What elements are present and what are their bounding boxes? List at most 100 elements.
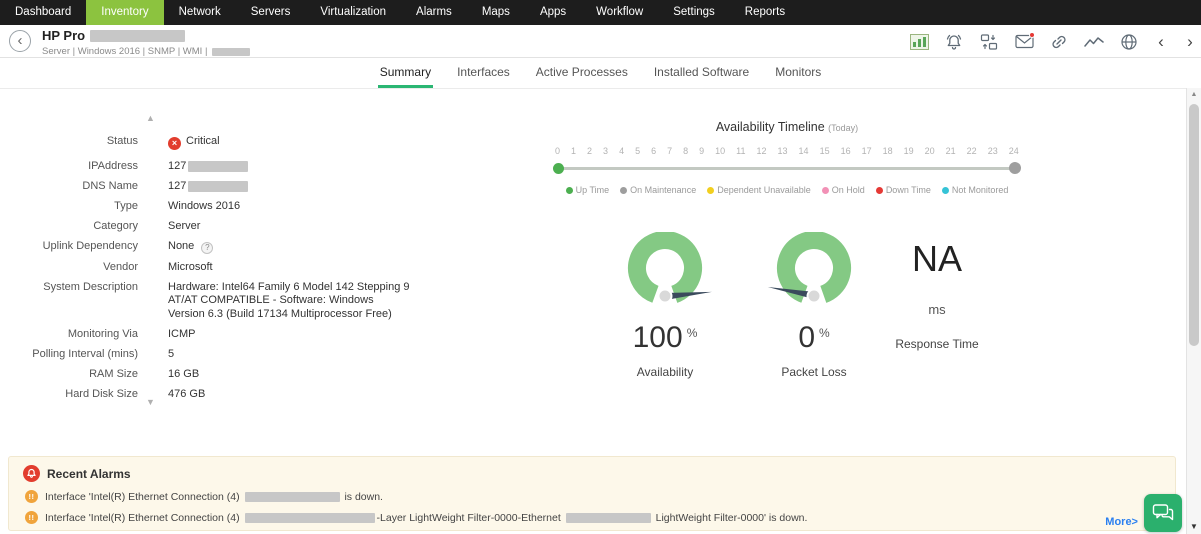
tab-summary[interactable]: Summary xyxy=(378,58,433,88)
detail-row-vendor: Vendor Microsoft xyxy=(6,261,426,275)
detail-label: RAM Size xyxy=(6,368,138,382)
legend-up-time: Up Time xyxy=(566,185,610,195)
legend-on-hold: On Hold xyxy=(822,185,865,195)
hour-tick: 10 xyxy=(715,146,725,156)
system-description-value: Hardware: Intel64 Family 6 Model 142 Ste… xyxy=(168,281,410,322)
main-nav: Dashboard Inventory Network Servers Virt… xyxy=(0,0,1201,25)
device-header: ‹ HP Pro Server | Windows 2016 | SNMP | … xyxy=(0,25,1201,58)
redacted-interface-name xyxy=(245,492,340,502)
on-maintenance-dot-icon xyxy=(620,187,627,194)
tab-active-processes[interactable]: Active Processes xyxy=(534,58,630,88)
mail-icon[interactable] xyxy=(1014,32,1034,52)
nav-item-apps[interactable]: Apps xyxy=(525,0,581,25)
detail-row-type: Type Windows 2016 xyxy=(6,200,426,214)
nav-item-dashboard[interactable]: Dashboard xyxy=(0,0,86,25)
chat-support-button[interactable] xyxy=(1144,494,1182,532)
uplink-text: None xyxy=(168,240,194,252)
scroll-down-arrow-icon[interactable]: ▼ xyxy=(1187,520,1201,534)
performance-charts-icon[interactable] xyxy=(909,32,929,52)
legend-label: Dependent Unavailable xyxy=(717,185,811,195)
hour-tick: 22 xyxy=(967,146,977,156)
detail-row-uplink-dependency: Uplink Dependency None? xyxy=(6,240,426,254)
nav-item-inventory[interactable]: Inventory xyxy=(86,0,163,25)
legend-on-maintenance: On Maintenance xyxy=(620,185,696,195)
hour-tick: 18 xyxy=(883,146,893,156)
nav-item-alarms[interactable]: Alarms xyxy=(401,0,467,25)
timeline-subtitle: (Today) xyxy=(828,123,858,133)
hour-tick: 6 xyxy=(651,146,656,156)
hour-tick: 2 xyxy=(587,146,592,156)
device-meta: Server | Windows 2016 | SNMP | WMI | xyxy=(42,46,207,57)
scrollbar-thumb[interactable] xyxy=(1189,104,1199,346)
alarm-row[interactable]: !! Interface 'Intel(R) Ethernet Connecti… xyxy=(25,511,807,524)
redacted-interface-name xyxy=(566,513,651,523)
nav-item-settings[interactable]: Settings xyxy=(658,0,730,25)
alarm-text: is down. xyxy=(342,491,383,503)
hour-tick: 23 xyxy=(988,146,998,156)
details-collapse-down-icon[interactable]: ▼ xyxy=(146,397,155,407)
nav-item-maps[interactable]: Maps xyxy=(467,0,525,25)
nav-item-servers[interactable]: Servers xyxy=(236,0,306,25)
x-glyph: × xyxy=(172,138,177,148)
hour-tick: 4 xyxy=(619,146,624,156)
alarm-text: Interface 'Intel(R) Ethernet Connection … xyxy=(45,512,243,524)
recent-alarms-title: Recent Alarms xyxy=(47,467,131,481)
detail-row-polling-interval: Polling Interval (mins) 5 xyxy=(6,348,426,362)
type-value: Windows 2016 xyxy=(168,200,240,214)
device-title-block: HP Pro Server | Windows 2016 | SNMP | WM… xyxy=(42,28,250,57)
nav-item-workflow[interactable]: Workflow xyxy=(581,0,658,25)
details-collapse-up-icon[interactable]: ▲ xyxy=(146,113,155,123)
redacted-interface-name xyxy=(245,513,375,523)
ip-text: 127 xyxy=(168,160,186,172)
alarm-row[interactable]: !! Interface 'Intel(R) Ethernet Connecti… xyxy=(25,490,383,503)
not-monitored-dot-icon xyxy=(942,187,949,194)
nav-item-reports[interactable]: Reports xyxy=(730,0,800,25)
tab-installed-software[interactable]: Installed Software xyxy=(652,58,751,88)
down-time-dot-icon xyxy=(876,187,883,194)
response-time-label: Response Time xyxy=(867,337,1007,351)
response-time-value: NA xyxy=(867,238,1007,280)
back-button[interactable]: ‹ xyxy=(9,30,31,52)
availability-unit: % xyxy=(687,326,698,340)
tab-monitors[interactable]: Monitors xyxy=(773,58,823,88)
availability-value: 100% xyxy=(595,321,735,355)
packet-loss-gauge-dial xyxy=(764,232,864,312)
chat-bubble-icon xyxy=(1152,503,1174,523)
dependent-unavailable-dot-icon xyxy=(707,187,714,194)
alarm-bell-icon[interactable] xyxy=(944,32,964,52)
hour-tick: 1 xyxy=(571,146,576,156)
nav-item-virtualization[interactable]: Virtualization xyxy=(305,0,401,25)
compare-devices-icon[interactable] xyxy=(979,32,999,52)
sparkline-trend-icon[interactable] xyxy=(1084,32,1104,52)
ram-size-value: 16 GB xyxy=(168,368,199,382)
scroll-up-arrow-icon[interactable]: ▲ xyxy=(1187,88,1201,102)
previous-device-chevron[interactable]: ‹ xyxy=(1154,25,1168,58)
hour-tick: 21 xyxy=(946,146,956,156)
device-tabs: Summary Interfaces Active Processes Inst… xyxy=(0,58,1201,89)
help-icon[interactable]: ? xyxy=(201,242,213,254)
ipaddress-value: 127 xyxy=(168,160,248,174)
uplink-dependency-value: None? xyxy=(168,240,213,254)
redacted-ip xyxy=(188,161,248,172)
nav-item-network[interactable]: Network xyxy=(164,0,236,25)
legend-label: On Hold xyxy=(832,185,865,195)
more-alarms-link[interactable]: More> xyxy=(1105,516,1138,528)
legend-label: Up Time xyxy=(576,185,610,195)
packet-loss-number: 0 xyxy=(798,321,815,354)
vertical-scrollbar[interactable]: ▲ ▼ xyxy=(1186,88,1201,534)
hour-tick: 24 xyxy=(1009,146,1019,156)
tab-interfaces[interactable]: Interfaces xyxy=(455,58,512,88)
response-time-block: NA ms Response Time xyxy=(867,232,1007,351)
detail-row-ipaddress: IPAddress 127 xyxy=(6,160,426,174)
dependency-link-icon[interactable] xyxy=(1049,32,1069,52)
timeline-end-handle[interactable] xyxy=(1009,162,1021,174)
detail-label: IPAddress xyxy=(6,160,138,174)
packet-loss-label: Packet Loss xyxy=(744,365,884,379)
attention-severity-icon: !! xyxy=(25,511,38,524)
hour-tick: 7 xyxy=(667,146,672,156)
device-details-panel: Status ×Critical IPAddress 127 DNS Name … xyxy=(6,135,426,408)
recent-alarms-header: Recent Alarms xyxy=(23,465,131,482)
next-device-chevron[interactable]: › xyxy=(1183,25,1197,58)
web-globe-icon[interactable] xyxy=(1119,32,1139,52)
response-time-unit: ms xyxy=(867,302,1007,317)
